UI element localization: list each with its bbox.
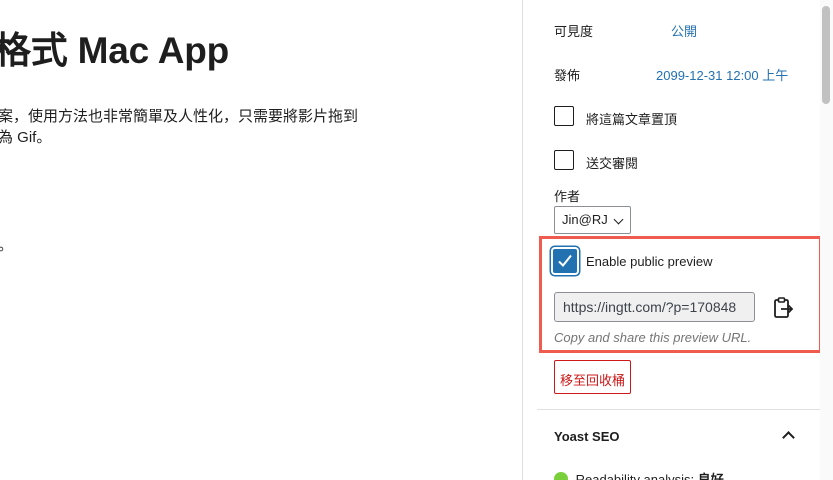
readability-status: Readability analysis: 良好 [554, 469, 724, 480]
post-title[interactable]: 格式 Mac App [0, 20, 229, 74]
smiley-icon [554, 472, 568, 480]
chevron-up-icon[interactable] [782, 431, 795, 444]
yoast-panel-title[interactable]: Yoast SEO [554, 429, 620, 444]
clipboard-copy-icon[interactable] [772, 296, 794, 320]
checkmark-icon [558, 254, 572, 267]
readability-value: 良好 [697, 472, 724, 480]
sticky-checkbox[interactable] [554, 106, 574, 126]
paragraph-line[interactable]: 。 [0, 235, 13, 256]
panel-divider [537, 409, 833, 410]
publish-label: 發佈 [554, 68, 581, 83]
pending-review-label: 送交審閱 [586, 156, 639, 171]
visibility-toggle[interactable]: 公開 [671, 21, 697, 40]
publish-date-toggle[interactable]: 2099-12-31 12:00 上午 [656, 65, 788, 84]
preview-url-field[interactable]: https://ingtt.com/?p=170848 [554, 292, 755, 322]
public-preview-checkbox[interactable] [553, 249, 577, 273]
chevron-down-icon [613, 214, 624, 225]
paragraph-line[interactable]: 案，使用方法也非常簡單及人性化，只需要將影片拖到 [0, 106, 358, 127]
author-label: 作者 [554, 189, 581, 204]
visibility-label: 可見度 [554, 24, 594, 39]
editor-canvas[interactable]: 格式 Mac App 案，使用方法也非常簡單及人性化，只需要將影片拖到 為 Gi… [0, 0, 523, 480]
pending-review-checkbox[interactable] [554, 150, 574, 170]
sticky-label: 將這篇文章置頂 [586, 112, 678, 127]
author-select[interactable]: Jin@RJ [554, 206, 631, 234]
preview-help-text: Copy and share this preview URL. [554, 330, 752, 345]
author-value: Jin@RJ [562, 212, 608, 227]
readability-label: Readability analysis: [575, 472, 695, 480]
settings-sidebar: 可見度 公開 發佈 2099-12-31 12:00 上午 將這篇文章置頂 送交… [523, 0, 833, 480]
paragraph-line[interactable]: 為 Gif。 [0, 127, 51, 148]
move-to-trash-button[interactable]: 移至回收桶 [554, 360, 631, 394]
scrollbar-thumb[interactable] [822, 6, 830, 104]
public-preview-label: Enable public preview [586, 254, 713, 269]
